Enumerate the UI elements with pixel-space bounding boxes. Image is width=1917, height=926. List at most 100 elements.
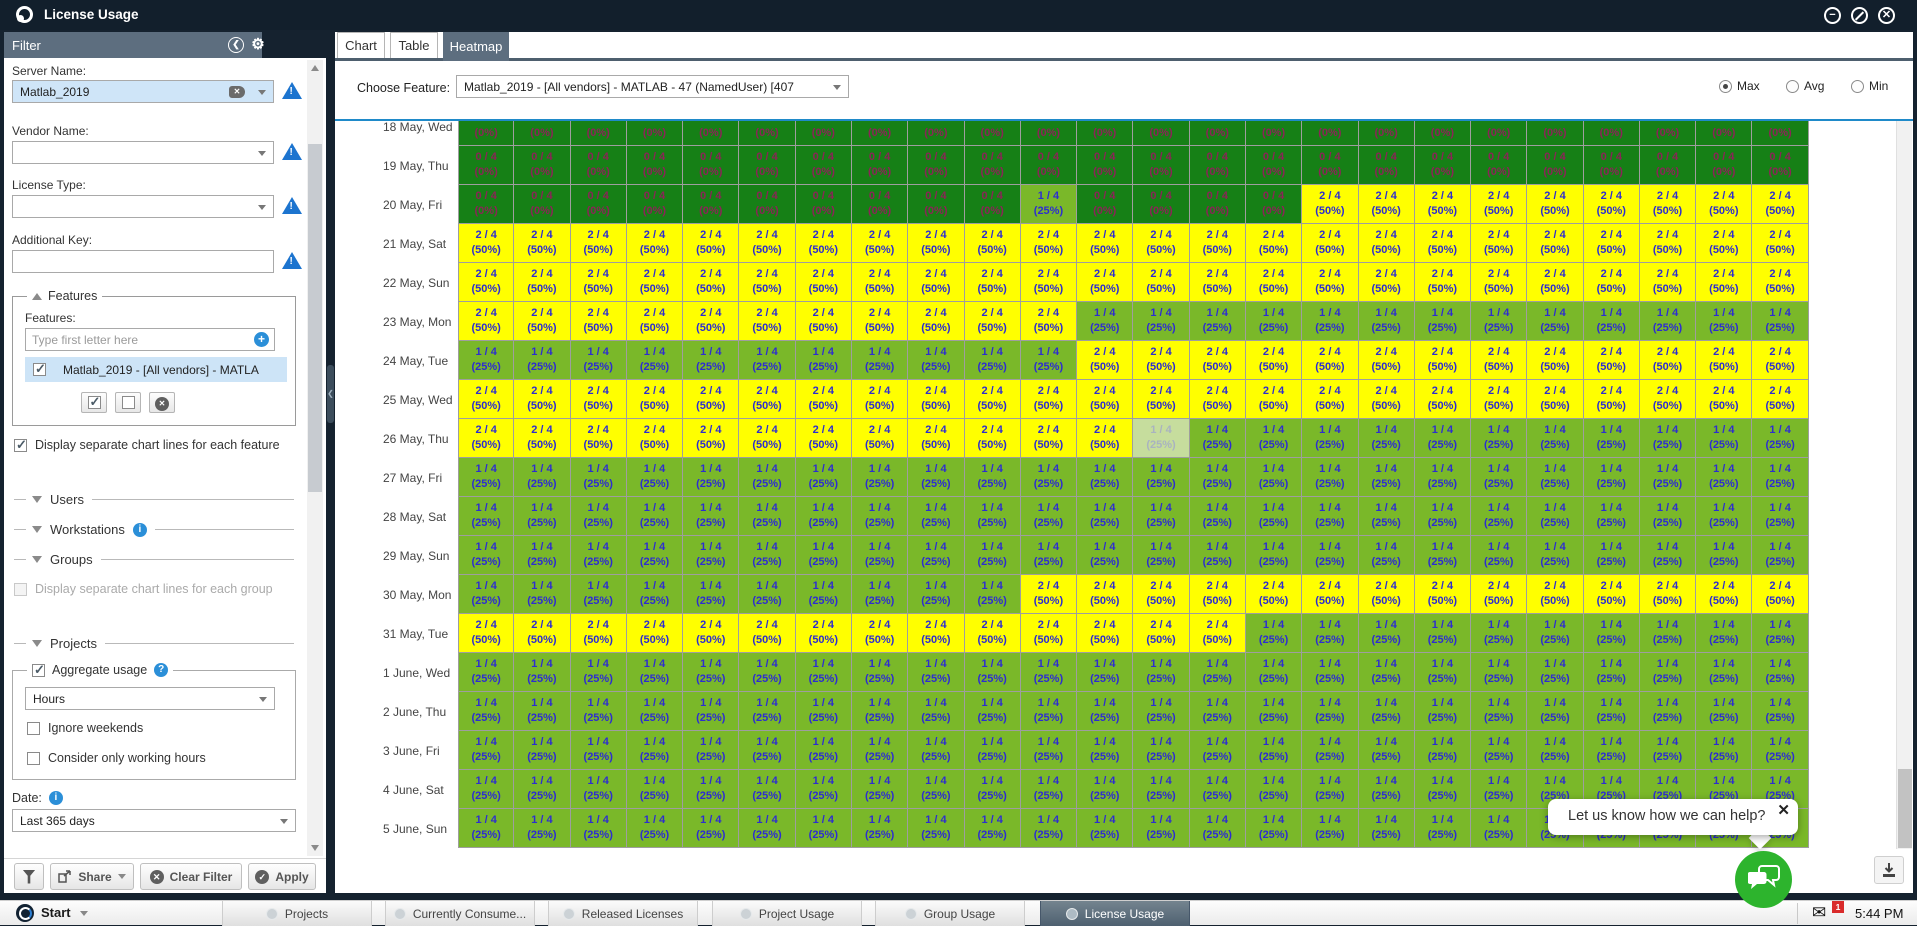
heatmap-cell[interactable]: 0 / 4(0%)	[852, 146, 908, 185]
heatmap-cell[interactable]: 2 / 4(50%)	[1133, 263, 1189, 302]
heatmap-cell[interactable]: 1 / 4(25%)	[1527, 497, 1583, 536]
heatmap-cell[interactable]: 2 / 4(50%)	[1471, 224, 1527, 263]
heatmap-cell[interactable]: 1 / 4(25%)	[1133, 536, 1189, 575]
heatmap-cell[interactable]: 0 / 4(0%)	[1190, 121, 1246, 146]
heatmap-cell[interactable]: 1 / 4(25%)	[1133, 419, 1189, 458]
heatmap-cell[interactable]: 1 / 4(25%)	[1077, 809, 1133, 848]
heatmap-cell[interactable]: 2 / 4(50%)	[1246, 380, 1302, 419]
tab-chart[interactable]: Chart	[337, 32, 385, 58]
heatmap-cell[interactable]: 2 / 4(50%)	[965, 614, 1021, 653]
heatmap-cell[interactable]: 0 / 4(0%)	[739, 121, 795, 146]
taskbar-button-group-usage[interactable]: Group Usage	[875, 901, 1025, 926]
heatmap-cell[interactable]: 2 / 4(50%)	[796, 614, 852, 653]
feature-search-input[interactable]	[25, 328, 275, 351]
heatmap-cell[interactable]: 1 / 4(25%)	[1246, 731, 1302, 770]
license-type-combo[interactable]	[12, 195, 274, 218]
heatmap-cell[interactable]: 1 / 4(25%)	[1190, 653, 1246, 692]
heatmap-cell[interactable]: 1 / 4(25%)	[908, 809, 964, 848]
heatmap-cell[interactable]: 2 / 4(50%)	[571, 224, 627, 263]
heatmap-cell[interactable]: 2 / 4(50%)	[1021, 302, 1077, 341]
scroll-up-icon[interactable]	[311, 65, 319, 71]
heatmap-cell[interactable]: 1 / 4(25%)	[627, 458, 683, 497]
heatmap-cell[interactable]: 2 / 4(50%)	[1415, 185, 1471, 224]
heatmap-cell[interactable]: 2 / 4(50%)	[458, 302, 514, 341]
choose-feature-select[interactable]: Matlab_2019 - [All vendors] - MATLAB - 4…	[456, 75, 849, 98]
heatmap-cell[interactable]: 2 / 4(50%)	[1077, 575, 1133, 614]
splitter-collapse-handle[interactable]: ❮	[327, 365, 334, 423]
heatmap-cell[interactable]: 2 / 4(50%)	[627, 419, 683, 458]
heatmap-cell[interactable]: 0 / 4(0%)	[683, 121, 739, 146]
heatmap-cell[interactable]: 1 / 4(25%)	[1471, 536, 1527, 575]
heatmap-cell[interactable]: 0 / 4(0%)	[571, 185, 627, 224]
heatmap-cell[interactable]: 2 / 4(50%)	[739, 419, 795, 458]
section-users[interactable]: Users	[14, 492, 294, 507]
heatmap-cell[interactable]: 1 / 4(25%)	[1415, 809, 1471, 848]
heatmap-cell[interactable]: 2 / 4(50%)	[1752, 263, 1808, 302]
heatmap-cell[interactable]: 1 / 4(25%)	[1302, 614, 1358, 653]
heatmap-cell[interactable]: 2 / 4(50%)	[1752, 380, 1808, 419]
aggregate-checkbox[interactable]	[32, 664, 45, 677]
heatmap-cell[interactable]: 1 / 4(25%)	[1471, 692, 1527, 731]
heatmap-cell[interactable]: 2 / 4(50%)	[458, 263, 514, 302]
heatmap-cell[interactable]: 1 / 4(25%)	[1752, 653, 1808, 692]
heatmap-cell[interactable]: 0 / 4(0%)	[965, 121, 1021, 146]
heatmap-cell[interactable]: 1 / 4(25%)	[683, 575, 739, 614]
radio-min[interactable]: Min	[1851, 79, 1888, 93]
heatmap-cell[interactable]: 1 / 4(25%)	[1527, 731, 1583, 770]
heatmap-cell[interactable]: 1 / 4(25%)	[1696, 653, 1752, 692]
heatmap-cell[interactable]: 1 / 4(25%)	[571, 341, 627, 380]
taskbar-button-project-usage[interactable]: Project Usage	[712, 901, 862, 926]
heatmap-cell[interactable]: 2 / 4(50%)	[1302, 263, 1358, 302]
heatmap-cell[interactable]: 2 / 4(50%)	[1021, 614, 1077, 653]
heatmap-cell[interactable]: 0 / 4(0%)	[1133, 121, 1189, 146]
heatmap-cell[interactable]: 1 / 4(25%)	[796, 536, 852, 575]
heatmap-cell[interactable]: 0 / 4(0%)	[1696, 146, 1752, 185]
heatmap-cell[interactable]: 1 / 4(25%)	[965, 653, 1021, 692]
heatmap-cell[interactable]: 0 / 4(0%)	[1359, 146, 1415, 185]
heatmap-cell[interactable]: 1 / 4(25%)	[1415, 419, 1471, 458]
heatmap-cell[interactable]: 1 / 4(25%)	[1302, 731, 1358, 770]
heatmap-cell[interactable]: 1 / 4(25%)	[1415, 302, 1471, 341]
heatmap-cell[interactable]: 0 / 4(0%)	[796, 121, 852, 146]
heatmap-cell[interactable]: 1 / 4(25%)	[908, 341, 964, 380]
heatmap-cell[interactable]: 1 / 4(25%)	[458, 692, 514, 731]
heatmap-cell[interactable]: 0 / 4(0%)	[1190, 146, 1246, 185]
heatmap-cell[interactable]: 2 / 4(50%)	[1133, 224, 1189, 263]
heatmap-cell[interactable]: 1 / 4(25%)	[1584, 536, 1640, 575]
heatmap-cell[interactable]: 1 / 4(25%)	[965, 770, 1021, 809]
heatmap-cell[interactable]: 1 / 4(25%)	[796, 497, 852, 536]
heatmap-cell[interactable]: 1 / 4(25%)	[1527, 614, 1583, 653]
heatmap-cell[interactable]: 1 / 4(25%)	[1696, 419, 1752, 458]
heatmap-cell[interactable]: 1 / 4(25%)	[683, 653, 739, 692]
heatmap-cell[interactable]: 1 / 4(25%)	[1302, 497, 1358, 536]
heatmap-cell[interactable]: 1 / 4(25%)	[1190, 536, 1246, 575]
heatmap-cell[interactable]: 0 / 4(0%)	[683, 146, 739, 185]
heatmap-cell[interactable]: 1 / 4(25%)	[1133, 809, 1189, 848]
heatmap-cell[interactable]: 1 / 4(25%)	[1359, 302, 1415, 341]
heatmap-cell[interactable]: 1 / 4(25%)	[1359, 419, 1415, 458]
clear-selection-button[interactable]: ✕	[149, 392, 175, 413]
taskbar-button-projects[interactable]: Projects	[222, 901, 372, 926]
chat-launcher-button[interactable]	[1735, 851, 1792, 908]
heatmap-cell[interactable]: 1 / 4(25%)	[627, 809, 683, 848]
heatmap-cell[interactable]: 1 / 4(25%)	[908, 692, 964, 731]
heatmap-cell[interactable]: 1 / 4(25%)	[1190, 692, 1246, 731]
heatmap-cell[interactable]: 1 / 4(25%)	[1246, 419, 1302, 458]
heatmap-cell[interactable]: 1 / 4(25%)	[1752, 458, 1808, 497]
heatmap-cell[interactable]: 1 / 4(25%)	[1640, 692, 1696, 731]
heatmap-cell[interactable]: 0 / 4(0%)	[739, 185, 795, 224]
heatmap-cell[interactable]: 0 / 4(0%)	[571, 121, 627, 146]
heatmap-cell[interactable]: 2 / 4(50%)	[1752, 575, 1808, 614]
heatmap-cell[interactable]: 2 / 4(50%)	[1077, 380, 1133, 419]
heatmap-cell[interactable]: 1 / 4(25%)	[1190, 302, 1246, 341]
heatmap-cell[interactable]: 1 / 4(25%)	[965, 575, 1021, 614]
collapse-panel-icon[interactable]: ❮	[228, 37, 244, 53]
heatmap-cell[interactable]: 2 / 4(50%)	[1190, 380, 1246, 419]
heatmap-cell[interactable]: 1 / 4(25%)	[908, 731, 964, 770]
help-icon[interactable]: ?	[154, 663, 168, 677]
heatmap-cell[interactable]: 0 / 4(0%)	[852, 121, 908, 146]
heatmap-cell[interactable]: 1 / 4(25%)	[1133, 458, 1189, 497]
heatmap-cell[interactable]: 1 / 4(25%)	[796, 770, 852, 809]
heatmap-cell[interactable]: 2 / 4(50%)	[514, 419, 570, 458]
heatmap-cell[interactable]: 1 / 4(25%)	[1752, 497, 1808, 536]
